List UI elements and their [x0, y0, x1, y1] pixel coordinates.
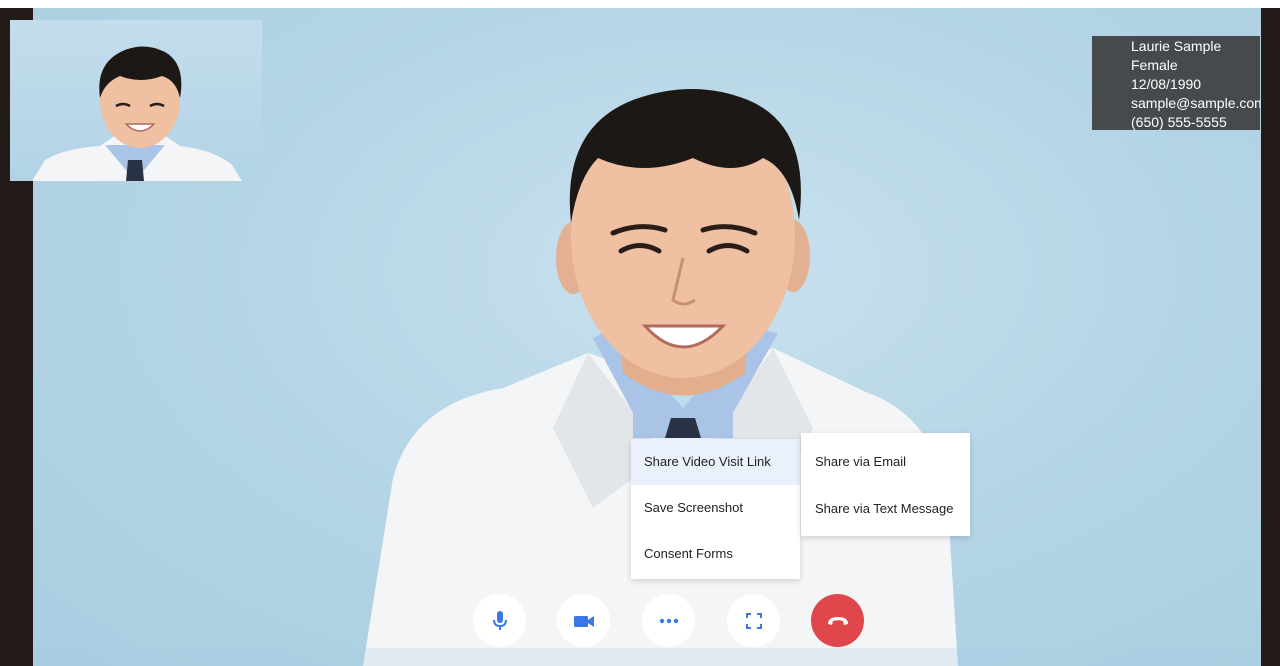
patient-phone: (650) 555-5555: [1131, 114, 1227, 130]
self-view-participant: [32, 46, 242, 181]
mute-button[interactable]: [473, 594, 526, 647]
microphone-icon: [492, 610, 507, 630]
more-options-icon: [659, 618, 678, 623]
self-view-video[interactable]: [10, 20, 262, 181]
end-call-icon: [827, 616, 848, 625]
patient-email: sample@sample.com: [1131, 95, 1260, 111]
end-call-button[interactable]: [811, 594, 864, 647]
fullscreen-icon: [745, 612, 762, 629]
more-options-button[interactable]: [642, 594, 695, 647]
fullscreen-button[interactable]: [727, 594, 780, 647]
more-options-menu: Share Video Visit Link Save Screenshot C…: [631, 439, 800, 579]
menu-item-save-screenshot[interactable]: Save Screenshot: [631, 485, 800, 531]
patient-name: Laurie Sample: [1131, 38, 1222, 54]
patient-info-panel: Laurie Sample Female 12/08/1990 sample@s…: [1092, 36, 1260, 130]
menu-item-consent-forms[interactable]: Consent Forms: [631, 531, 800, 577]
video-toggle-button[interactable]: [557, 594, 610, 647]
share-submenu: Share via Email Share via Text Message: [801, 433, 970, 536]
patient-gender: Female: [1131, 57, 1178, 73]
menu-item-share-via-text-message[interactable]: Share via Text Message: [801, 480, 970, 527]
menu-item-share-video-visit-link[interactable]: Share Video Visit Link: [631, 439, 800, 485]
patient-dob: 12/08/1990: [1131, 76, 1202, 92]
menu-item-share-via-email[interactable]: Share via Email: [801, 433, 970, 480]
video-camera-icon: [573, 615, 594, 627]
